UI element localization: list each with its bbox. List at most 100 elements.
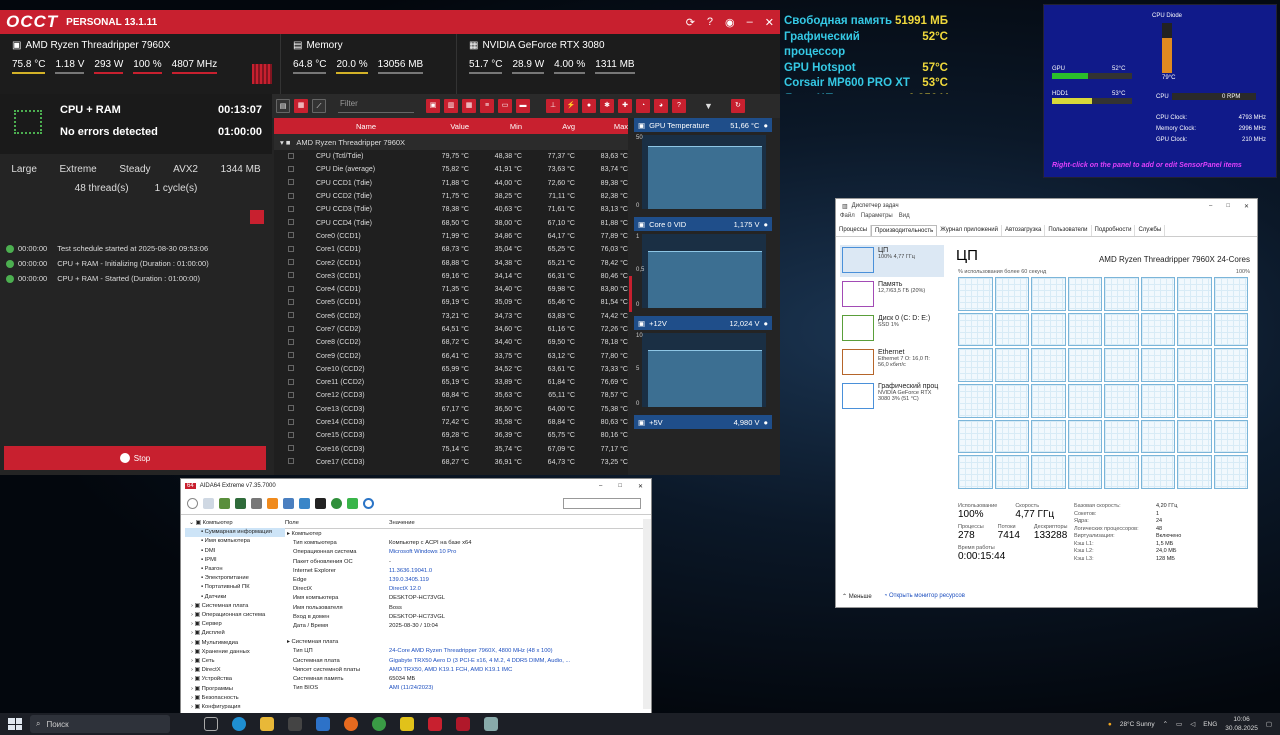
fewer-details-link[interactable]: ⌃ Меньше — [842, 593, 872, 600]
sensor-row[interactable]: Core6 (CCD2) 73,21 °C 34,73 °C 63,83 °C 74,4… — [274, 310, 628, 323]
col-value[interactable]: Значение — [389, 519, 415, 528]
ram-icon[interactable] — [235, 498, 246, 509]
aida-row[interactable]: Чипсет системной платы AMD TRX50, AMD K19… — [285, 666, 645, 675]
row-checkbox[interactable] — [274, 179, 316, 187]
tm-tab[interactable]: Процессы — [836, 225, 872, 236]
close-icon[interactable]: ✕ — [765, 16, 774, 29]
sensor-row[interactable]: CPU CCD4 (Tdie) 68,50 °C 38,00 °C 67,10 °C 8… — [274, 216, 628, 229]
aida-sensor-panel[interactable]: CPU Diode 79°C GPU 52°C HDD1 53°C CPU 0 … — [1043, 4, 1277, 178]
tree-item[interactable]: ▪ Разгон — [185, 565, 285, 574]
filter-input[interactable]: Filter — [338, 99, 414, 113]
sensor-row[interactable]: Core8 (CCD2) 68,72 °C 34,40 °C 69,50 °C 78,1… — [274, 336, 628, 349]
firefox-icon[interactable] — [344, 717, 358, 731]
view-table-button[interactable]: ▤ — [276, 99, 290, 113]
row-checkbox[interactable] — [274, 405, 316, 413]
tree-item[interactable]: › ▣ Мультимедиа — [185, 639, 285, 648]
minimize-icon[interactable]: – — [1209, 203, 1212, 210]
tree-item[interactable]: ▪ Датчики — [185, 593, 285, 602]
row-checkbox[interactable] — [274, 165, 316, 174]
aida-row[interactable]: Системная память 65034 МБ — [285, 675, 645, 684]
row-checkbox[interactable] — [274, 245, 316, 254]
sensor-row[interactable]: CPU (Tctl/Tdie) 79,75 °C 48,38 °C 77,37 °C 8… — [274, 150, 628, 163]
explorer-icon[interactable] — [260, 717, 274, 731]
tm-tab[interactable]: Подробности — [1092, 225, 1136, 236]
gauge-filter-button[interactable]: ◔ — [636, 99, 650, 113]
graph-header[interactable]: ▣ GPU Temperature 51,66 °C ● — [634, 118, 772, 132]
row-checkbox[interactable] — [274, 192, 316, 201]
volume-icon[interactable]: ◁ — [1190, 720, 1195, 728]
tm-tab[interactable]: Автозагрузка — [1002, 225, 1046, 236]
disk-filter-button[interactable]: ▬ — [516, 99, 530, 113]
sensor-row[interactable]: Core7 (CCD2) 64,51 °C 34,60 °C 61,16 °C 72,2… — [274, 323, 628, 336]
col-avg[interactable]: Avg — [522, 122, 575, 131]
graph-header[interactable]: ▣ +5V 4,980 V ● — [634, 415, 772, 429]
sensor-row[interactable]: CPU Die (average) 75,82 °C 41,91 °C 73,63 °… — [274, 163, 628, 176]
tray-chevron-icon[interactable]: ⌃ — [1163, 720, 1168, 728]
info-icon[interactable]: ● — [763, 319, 768, 328]
tm-side-item[interactable]: Графический проц NVIDIA GeForce RTX 3080 … — [840, 381, 944, 413]
sensor-row[interactable]: Core11 (CCD2) 65,19 °C 33,89 °C 61,84 °C 76,… — [274, 376, 628, 389]
col-value[interactable]: Value — [416, 122, 469, 131]
speed-filter-button[interactable]: ◕ — [654, 99, 668, 113]
aida-search-input[interactable] — [563, 498, 641, 509]
aida-row[interactable]: Дата / Время 2025-08-30 / 10:04 — [285, 622, 645, 631]
refresh-icon[interactable]: ⟳ — [686, 16, 695, 29]
tree-item[interactable]: › ▣ Хранение данных — [185, 648, 285, 657]
sensor-group[interactable]: ▾ ■ AMD Ryzen Threadripper 7960X — [274, 134, 628, 150]
tm-tab[interactable]: Пользователи — [1045, 225, 1092, 236]
tm-tab[interactable]: Производительность — [871, 225, 938, 236]
aida-row[interactable]: Тип BIOS AMI (11/24/2023) — [285, 684, 645, 693]
tree-item[interactable]: › ▣ Сеть — [185, 657, 285, 666]
search-icon[interactable] — [363, 498, 374, 509]
close-icon[interactable]: ✕ — [638, 483, 643, 490]
graph-header[interactable]: ▣ Core 0 VID 1,175 V ● — [634, 217, 772, 231]
row-checkbox[interactable] — [274, 272, 316, 280]
info-icon[interactable]: ● — [763, 121, 768, 130]
scrollbar-thumb[interactable] — [629, 276, 632, 312]
aida-scrollbar[interactable] — [643, 519, 651, 709]
tree-item[interactable]: › ▣ Устройства — [185, 675, 285, 684]
sensor-row[interactable]: CPU CCD1 (Tdie) 71,88 °C 44,00 °C 72,60 °C 8… — [274, 177, 628, 190]
edge-icon[interactable] — [232, 717, 246, 731]
back-icon[interactable] — [187, 498, 198, 509]
tree-item[interactable]: › ▣ Дисплей — [185, 629, 285, 638]
camera-icon[interactable]: ◉ — [725, 16, 735, 29]
tree-item[interactable]: ⌄ ▣ Компьютер — [185, 519, 285, 528]
clock[interactable]: 10:06 30.08.2025 — [1225, 715, 1258, 733]
store-icon[interactable] — [288, 717, 302, 731]
sensor-row[interactable]: Core3 (CCD1) 69,16 °C 34,14 °C 66,31 °C 80,4… — [274, 270, 628, 283]
tm-menu-item[interactable]: Файл — [840, 213, 855, 225]
aida-row[interactable]: Тип ЦП 24-Core AMD Ryzen Threadripper 796… — [285, 647, 645, 656]
report-icon[interactable] — [203, 498, 214, 509]
minimize-icon[interactable]: – — [599, 483, 602, 490]
aida-row[interactable]: Имя пользователя Boss — [285, 604, 645, 613]
view-graph-button[interactable]: ⟋ — [312, 99, 326, 113]
tree-item[interactable]: ▪ Электропитание — [185, 574, 285, 583]
notification-icon[interactable]: ▢ — [1266, 720, 1272, 728]
chrome-icon[interactable] — [372, 717, 386, 731]
aida-row[interactable]: DirectX DirectX 12.0 — [285, 585, 645, 594]
row-checkbox[interactable] — [274, 391, 316, 400]
osd-icon[interactable] — [315, 498, 326, 509]
aida-row[interactable]: Вход в домен DESKTOP-HC73VGL — [285, 613, 645, 622]
help-icon[interactable]: ? — [707, 16, 713, 29]
gpu-filter-button[interactable]: ▦ — [462, 99, 476, 113]
aida-row[interactable]: Системная плата Gigabyte TRX50 Aero D (3 … — [285, 657, 645, 666]
row-checkbox[interactable] — [274, 338, 316, 347]
network-icon[interactable] — [299, 498, 310, 509]
clock-icon[interactable] — [331, 498, 342, 509]
sensor-row[interactable]: Core13 (CCD3) 67,17 °C 36,50 °C 64,00 °C 75,… — [274, 403, 628, 416]
tree-item[interactable]: › ▣ Операционная система — [185, 611, 285, 620]
aida-row[interactable]: Операционная система Microsoft Windows 10… — [285, 548, 645, 557]
tm-side-item[interactable]: Ethernet Ethernet 7 О: 16,0 П: 56,0 кбит/… — [840, 347, 944, 379]
tree-item[interactable]: › ▣ DirectX — [185, 666, 285, 675]
col-max[interactable]: Max — [575, 122, 628, 131]
tree-item[interactable]: › ▣ Безопасность — [185, 694, 285, 703]
sensor-row[interactable]: Core10 (CCD2) 65,99 °C 34,52 °C 63,61 °C 73,… — [274, 363, 628, 376]
maximize-icon[interactable]: □ — [618, 483, 622, 490]
tree-item[interactable]: ▪ Имя компьютера — [185, 537, 285, 546]
aida-row[interactable]: Имя компьютера DESKTOP-HC73VGL — [285, 594, 645, 603]
tree-item[interactable]: › ▣ Программы — [185, 685, 285, 694]
people-icon[interactable] — [283, 498, 294, 509]
tree-item[interactable]: › ▣ Системная плата — [185, 602, 285, 611]
